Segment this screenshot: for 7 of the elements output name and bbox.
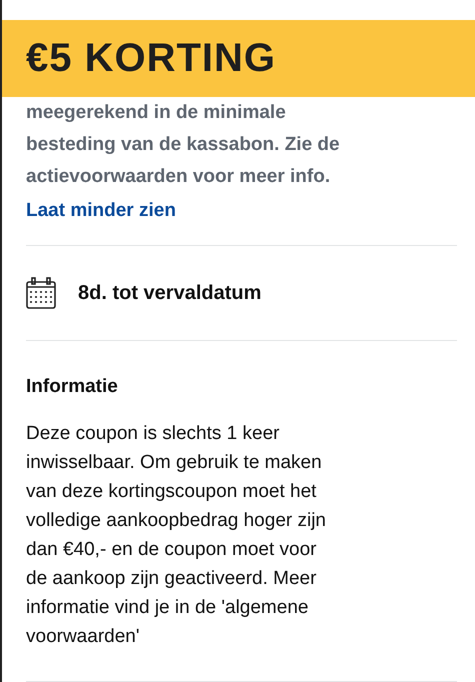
calendar-icon (26, 276, 56, 308)
toggle-link[interactable]: Laat minder zien (26, 194, 176, 226)
banner-title: €5 KORTING (26, 38, 276, 78)
description-text: meegerekend in de minimale besteding van de kassabon. Zie de actievoorwaarden voor meer info. (26, 100, 341, 188)
expiry-text: 8d. tot vervaldatum (78, 280, 262, 306)
information-text: Deze coupon is slechts 1 keer inwisselbaar. Om gebruik te maken van deze kortingscoupon moet het volledige aankoopbedrag hoger zijn dan €40,- en de coupon moet voor de aankoop zijn geactiveerd. Meer informatie vind je in de 'algemene voorwaarden' (26, 422, 328, 649)
information-heading: Informatie (26, 374, 119, 398)
